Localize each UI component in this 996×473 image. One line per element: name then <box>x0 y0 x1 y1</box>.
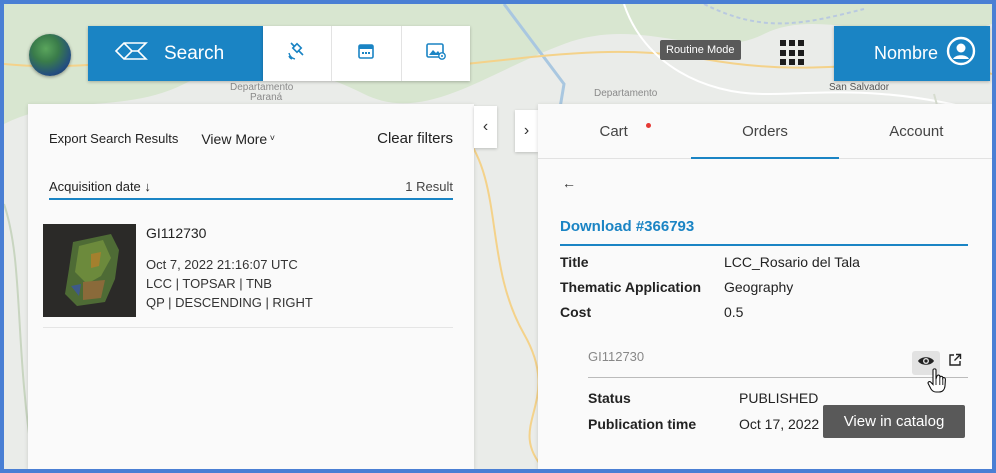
image-filter-button[interactable] <box>402 26 470 81</box>
detail-row: Title LCC_Rosario del Tala <box>560 254 860 270</box>
map-label: San Salvador <box>829 82 890 93</box>
detail-value: 0.5 <box>724 304 744 320</box>
result-thumbnail[interactable] <box>43 224 136 317</box>
search-label: Search <box>164 42 225 64</box>
view-more-dropdown[interactable]: View More ˅ <box>201 131 275 147</box>
result-item[interactable]: GI112730 Oct 7, 2022 21:16:07 UTC LCC | … <box>43 224 453 328</box>
sort-by-date-button[interactable]: Acquisition date ↓ <box>49 179 151 194</box>
image-settings-icon <box>425 41 447 66</box>
detail-value: Geography <box>724 279 794 295</box>
sort-bar: Acquisition date ↓ 1 Result <box>49 174 453 200</box>
item-detail-value: PUBLISHED <box>739 390 819 406</box>
detail-value: LCC_Rosario del Tala <box>724 254 860 270</box>
item-detail-value: Oct 17, 2022 <box>739 416 820 432</box>
external-link-icon <box>948 353 962 372</box>
item-detail-row: Publication time Oct 17, 2022 <box>588 416 819 432</box>
user-name: Nombre <box>873 43 938 63</box>
collapse-left-panel-button[interactable]: ‹ <box>474 106 497 148</box>
results-toolbar: Export Search Results View More ˅ Clear … <box>49 130 453 147</box>
item-detail-key: Status <box>588 390 631 406</box>
tab-cart[interactable]: Cart <box>538 104 689 158</box>
chevron-left-icon: ‹ <box>482 118 489 135</box>
apps-grid-icon[interactable] <box>780 40 806 66</box>
globe-icon[interactable] <box>29 34 71 76</box>
detail-row: Thematic Application Geography <box>560 279 793 295</box>
tab-cart-label: Cart <box>599 122 628 140</box>
result-date: Oct 7, 2022 21:16:07 UTC <box>146 257 298 272</box>
date-filter-button[interactable] <box>332 26 402 81</box>
divider <box>588 377 968 378</box>
tab-orders-label: Orders <box>742 122 788 140</box>
view-in-catalog-tooltip: View in catalog <box>823 405 965 438</box>
app-frame: Departamento Paraná Departamento San Sal… <box>4 4 992 469</box>
calendar-icon <box>356 41 376 66</box>
collapse-right-panel-button[interactable]: › <box>515 110 538 152</box>
back-arrow-icon[interactable]: ← <box>562 175 576 191</box>
result-attrs-line2: QP | DESCENDING | RIGHT <box>146 295 313 310</box>
search-toolbar <box>263 26 470 81</box>
result-attrs-line1: LCC | TOPSAR | TNB <box>146 276 272 291</box>
search-icon <box>112 39 150 69</box>
tab-orders[interactable]: Orders <box>689 104 840 159</box>
chevron-down-icon: ˅ <box>267 132 275 143</box>
map-label: Paraná <box>250 92 283 103</box>
chevron-right-icon: › <box>523 122 530 139</box>
detail-key: Title <box>560 254 589 270</box>
hand-cursor-icon <box>927 368 947 399</box>
detail-row: Cost 0.5 <box>560 304 743 320</box>
search-results-panel: Export Search Results View More ˅ Clear … <box>28 104 474 469</box>
detail-key: Thematic Application <box>560 279 702 295</box>
tab-account[interactable]: Account <box>841 104 992 158</box>
view-more-label: View More <box>201 130 268 147</box>
item-detail-row: Status PUBLISHED <box>588 390 818 406</box>
satellite-icon <box>286 40 308 67</box>
satellite-filter-button[interactable] <box>263 26 333 81</box>
result-id: GI112730 <box>146 225 207 241</box>
tab-account-label: Account <box>889 122 944 140</box>
item-detail-key: Publication time <box>588 416 697 432</box>
panel-tabs: Cart Orders Account <box>538 104 992 159</box>
user-account-button[interactable]: Nombre <box>834 26 990 81</box>
detail-key: Cost <box>560 304 592 320</box>
map-label: Departamento <box>594 88 658 99</box>
routine-mode-badge[interactable]: Routine Mode <box>660 40 741 60</box>
search-button[interactable]: Search <box>88 26 263 81</box>
cart-badge <box>646 123 652 128</box>
result-info: GI112730 Oct 7, 2022 21:16:07 UTC LCC | … <box>136 224 313 327</box>
open-external-button[interactable] <box>946 353 964 371</box>
export-results-link[interactable]: Export Search Results <box>49 131 178 146</box>
clear-filters-link[interactable]: Clear filters <box>377 130 453 147</box>
order-item-id: GI112730 <box>588 349 645 364</box>
result-count: 1 Result <box>405 178 453 194</box>
user-account-icon <box>946 36 976 71</box>
download-title: Download #366793 <box>560 218 968 246</box>
